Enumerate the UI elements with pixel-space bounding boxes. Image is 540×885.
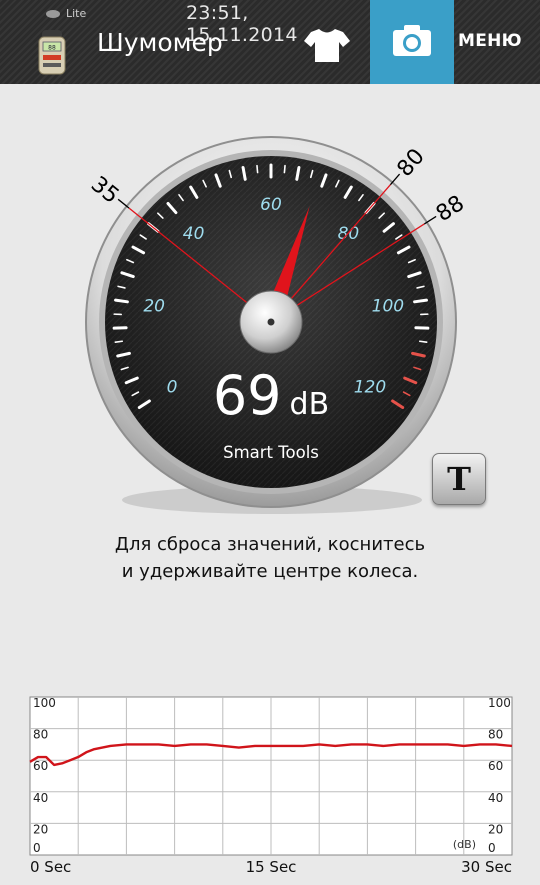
chart-x-tick: 30 Sec xyxy=(461,858,512,876)
gauge-brand: Smart Tools xyxy=(223,443,319,462)
gauge-tick xyxy=(256,164,259,174)
gauge-scale-label: 100 xyxy=(372,297,404,317)
chart-y-tick-right: 80 xyxy=(488,728,503,742)
gauge-max-marker-lead xyxy=(389,173,401,186)
tshirt-icon xyxy=(304,29,350,62)
chart-unit-label: (dB) xyxy=(453,838,476,851)
tshirt-button[interactable] xyxy=(298,18,356,70)
chart-y-tick-left: 0 xyxy=(33,841,41,855)
svg-text:88: 88 xyxy=(48,45,56,52)
chart-x-tick: 15 Sec xyxy=(246,858,297,876)
chart-x-tick: 0 Sec xyxy=(30,858,71,876)
lite-dot-icon xyxy=(46,10,60,18)
chart-y-tick-left: 100 xyxy=(33,696,56,710)
gauge-tick xyxy=(418,340,428,343)
hint-line-1: Для сброса значений, коснитесь xyxy=(114,534,426,555)
app-title: Шумомер xyxy=(97,28,223,57)
gauge-tick xyxy=(283,164,286,174)
chart-x-ticks: 0 Sec 15 Sec 30 Sec xyxy=(30,858,512,876)
chart-y-tick-right: 0 xyxy=(488,841,496,855)
gauge-tick xyxy=(413,298,428,304)
t-button[interactable]: T xyxy=(432,453,486,505)
chart-y-tick-right: 40 xyxy=(488,791,503,805)
gauge-min-marker-label: 35 xyxy=(86,172,123,209)
lite-badge: Lite xyxy=(66,7,87,20)
gauge-tick xyxy=(114,340,124,343)
camera-button[interactable] xyxy=(370,0,454,84)
menu-button[interactable]: МЕНЮ xyxy=(458,31,522,51)
chart-y-tick-right: 100 xyxy=(488,696,511,710)
gauge-scale-label: 40 xyxy=(183,224,205,244)
gauge-peak-marker-label: 88 xyxy=(432,191,469,227)
gauge-scale-label: 0 xyxy=(167,377,178,397)
hint-line-2: и удерживайте центре колеса. xyxy=(121,561,419,582)
gauge-scale-label: 60 xyxy=(260,195,282,215)
sound-meter-app-icon[interactable]: 88 xyxy=(36,30,68,76)
gauge-tick xyxy=(241,166,247,181)
gauge-scale-label: 20 xyxy=(143,297,165,317)
chart-y-tick-left: 60 xyxy=(33,759,48,773)
gauge-tick xyxy=(295,166,301,181)
chart-y-tick-right: 20 xyxy=(488,822,503,836)
camera-icon xyxy=(393,25,431,56)
gauge-scale-label: 120 xyxy=(354,377,386,397)
chart-y-tick-right: 60 xyxy=(488,759,503,773)
noise-history-chart: 100 80 60 40 20 0 100 80 60 40 20 0 0 Sec 15 Sec 30 S… xyxy=(29,696,513,876)
gauge-hub-center xyxy=(267,318,275,326)
chart-y-tick-left: 20 xyxy=(33,822,48,836)
gauge-tick xyxy=(114,298,129,304)
chart-y-tick-left: 80 xyxy=(33,728,48,742)
gauge-min-marker-lead xyxy=(117,198,130,209)
chart-y-tick-left: 40 xyxy=(33,791,48,805)
